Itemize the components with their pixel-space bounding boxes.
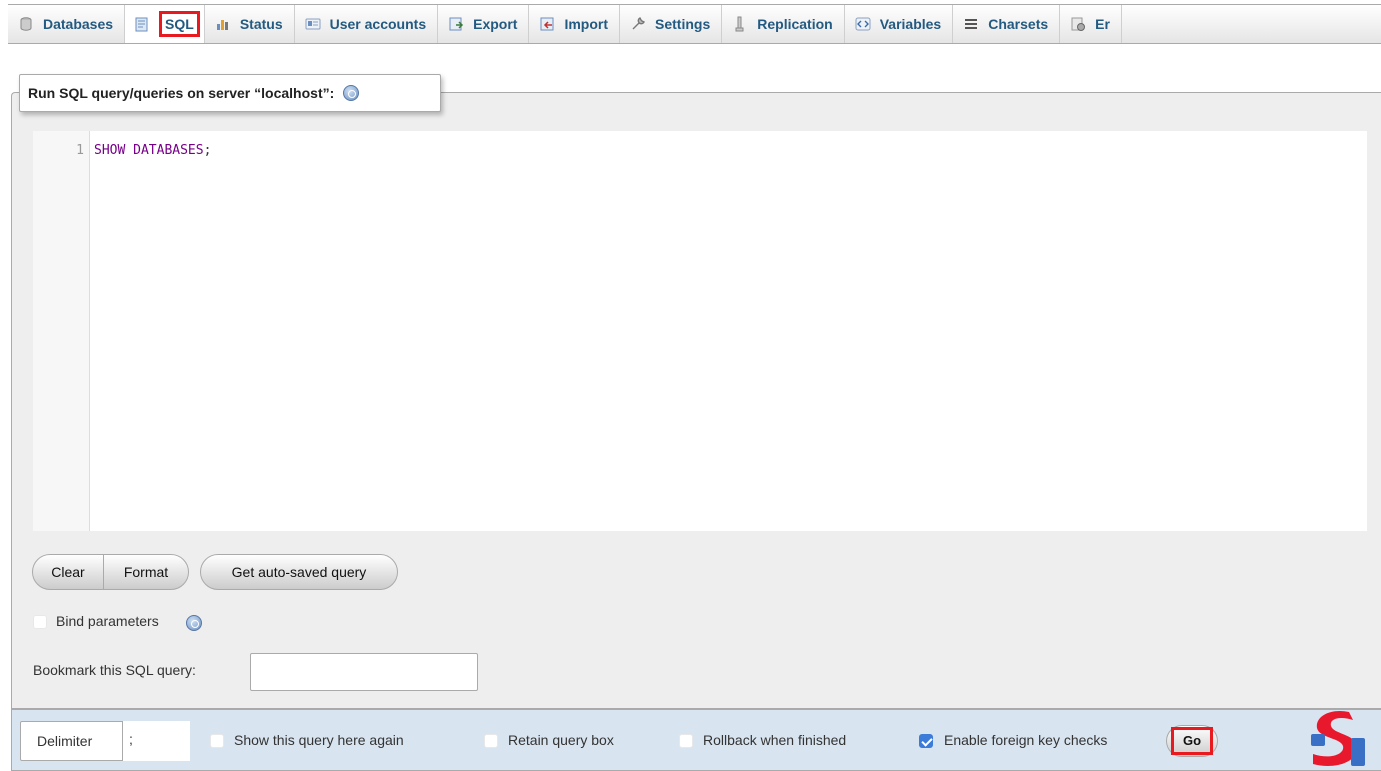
enable-foreign-key-checks-label: Enable foreign key checks — [944, 732, 1108, 748]
tab-sql[interactable]: SQL — [125, 5, 205, 43]
bind-parameters-checkbox[interactable] — [33, 615, 47, 629]
tab-label: Variables — [879, 16, 942, 32]
variables-icon — [855, 17, 871, 31]
sql-code-line[interactable]: SHOW DATABASES; — [90, 131, 211, 531]
rollback-when-finished-label: Rollback when finished — [703, 732, 847, 748]
wrench-icon — [632, 17, 645, 30]
tab-export[interactable]: Export — [438, 5, 530, 43]
tab-label: Charsets — [988, 16, 1049, 32]
tab-settings[interactable]: Settings — [620, 5, 723, 43]
tab-label: Er — [1095, 16, 1110, 32]
enable-foreign-key-checks-checkbox[interactable] — [919, 734, 933, 748]
import-icon — [540, 17, 554, 31]
tab-charsets[interactable]: Charsets — [953, 5, 1061, 43]
query-panel-legend: Run SQL query/queries on server “localho… — [19, 74, 441, 112]
tab-variables[interactable]: Variables — [845, 5, 954, 43]
sql-keyword: SHOW DATABASES — [94, 143, 204, 158]
retain-query-box-checkbox[interactable] — [484, 734, 498, 748]
line-number: 1 — [76, 143, 84, 158]
tab-user-accounts[interactable]: User accounts — [295, 5, 439, 43]
format-button[interactable]: Format — [103, 554, 189, 590]
retain-query-box-label: Retain query box — [508, 732, 614, 748]
tab-replication[interactable]: Replication — [722, 5, 845, 43]
brand-logo-icon — [1311, 710, 1365, 766]
tab-label: Export — [473, 16, 518, 32]
bind-parameters-label: Bind parameters — [56, 613, 159, 629]
get-auto-saved-query-button[interactable]: Get auto-saved query — [200, 554, 398, 590]
bookmark-input[interactable] — [250, 653, 478, 691]
sql-terminator: ; — [203, 143, 212, 158]
tab-import[interactable]: Import — [529, 5, 621, 43]
tab-label: Status — [239, 16, 283, 32]
delimiter-label: Delimiter — [37, 733, 93, 749]
charsets-icon — [965, 19, 978, 29]
tab-label: User accounts — [329, 16, 427, 32]
tab-label: Databases — [43, 16, 114, 32]
rollback-when-finished-checkbox[interactable] — [679, 734, 693, 748]
tab-databases[interactable]: Databases — [8, 5, 126, 43]
sql-icon — [135, 17, 148, 32]
go-button[interactable]: Go — [1166, 725, 1218, 757]
replication-icon — [735, 16, 744, 32]
tab-status[interactable]: Status — [205, 5, 295, 43]
delimiter-input[interactable]: ; — [122, 721, 190, 761]
help-icon[interactable] — [186, 615, 202, 631]
sql-editor[interactable]: 1 SHOW DATABASES; — [33, 131, 1367, 531]
query-panel-title: Run SQL query/queries on server “localho… — [28, 85, 335, 101]
engines-icon — [1071, 17, 1086, 31]
bookmark-label: Bookmark this SQL query: — [33, 662, 196, 678]
clear-button[interactable]: Clear — [32, 554, 104, 590]
user-accounts-icon — [305, 18, 321, 30]
tab-label: Settings — [655, 16, 711, 32]
show-query-again-checkbox[interactable] — [210, 734, 224, 748]
line-number-gutter: 1 — [33, 131, 90, 531]
tab-label: Import — [564, 16, 609, 32]
export-icon — [449, 17, 464, 31]
status-icon — [216, 20, 228, 30]
tab-engines[interactable]: Er — [1060, 5, 1122, 43]
tab-label: Replication — [757, 16, 833, 32]
database-icon — [20, 17, 32, 31]
show-query-again-label: Show this query here again — [234, 732, 404, 748]
help-icon[interactable] — [343, 85, 360, 101]
go-button-label: Go — [1170, 727, 1214, 755]
server-tab-bar: Databases SQL Status User accounts Expor… — [8, 4, 1381, 44]
tab-label: SQL — [159, 11, 200, 37]
